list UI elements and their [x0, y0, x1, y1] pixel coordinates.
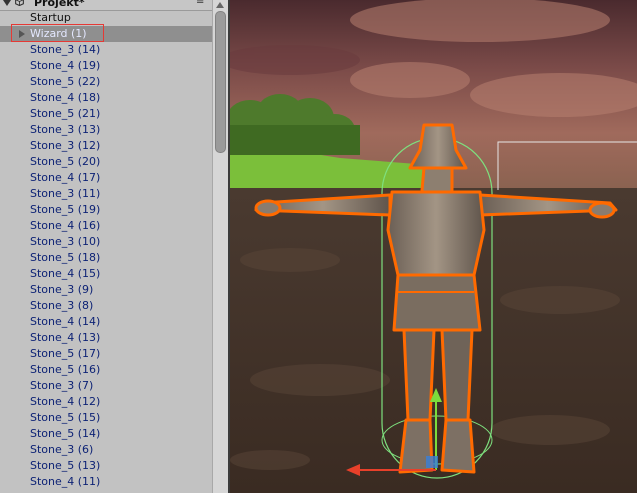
hierarchy-item-label: Stone_3 (14) [30, 43, 101, 56]
hierarchy-item-label: Stone_3 (10) [30, 235, 101, 248]
hierarchy-item-label: Stone_5 (20) [30, 155, 101, 168]
hierarchy-item[interactable]: Stone_5 (15) [0, 410, 212, 426]
scrollbar-thumb[interactable] [215, 11, 226, 153]
hierarchy-item[interactable]: Stone_3 (11) [0, 186, 212, 202]
hierarchy-item-label: Stone_4 (11) [30, 475, 101, 488]
hierarchy-item-label: Stone_4 (14) [30, 315, 101, 328]
hierarchy-item[interactable]: Stone_5 (16) [0, 362, 212, 378]
hierarchy-item[interactable]: Stone_5 (20) [0, 154, 212, 170]
hierarchy-item-label: Stone_4 (15) [30, 267, 101, 280]
scene-title: Projekt* [34, 0, 85, 9]
hierarchy-item-label: Stone_5 (18) [30, 251, 101, 264]
hierarchy-item-label: Stone_5 (15) [30, 411, 101, 424]
hierarchy-item-label: Stone_3 (11) [30, 187, 101, 200]
hierarchy-item[interactable]: Stone_4 (12) [0, 394, 212, 410]
hierarchy-item[interactable]: Stone_5 (19) [0, 202, 212, 218]
hierarchy-item-label: Stone_3 (13) [30, 123, 101, 136]
hierarchy-item[interactable]: Stone_3 (13) [0, 122, 212, 138]
hierarchy-item[interactable]: Stone_3 (9) [0, 282, 212, 298]
hierarchy-item-label: Stone_5 (14) [30, 427, 101, 440]
hierarchy-item-label: Stone_4 (12) [30, 395, 101, 408]
annotation-highlight-box [11, 24, 104, 42]
hierarchy-item[interactable]: Stone_3 (7) [0, 378, 212, 394]
hierarchy-item-label: Stone_4 (17) [30, 171, 101, 184]
hierarchy-item[interactable]: Stone_3 (8) [0, 298, 212, 314]
hierarchy-item[interactable]: Stone_5 (22) [0, 74, 212, 90]
hierarchy-item-label: Stone_5 (17) [30, 347, 101, 360]
hierarchy-item-label: Stone_3 (8) [30, 299, 94, 312]
hierarchy-scrollbar[interactable] [212, 0, 228, 493]
menu-icon[interactable]: ≡ [196, 0, 204, 7]
hierarchy-item-label: Stone_5 (22) [30, 75, 101, 88]
gizmo-center-handle[interactable] [426, 456, 438, 468]
hierarchy-item[interactable]: Stone_4 (11) [0, 474, 212, 490]
hierarchy-item-label: Stone_4 (16) [30, 219, 101, 232]
hierarchy-item-label: Stone_5 (19) [30, 203, 101, 216]
hierarchy-item-label: Stone_4 (18) [30, 91, 101, 104]
hierarchy-item-label: Stone_5 (13) [30, 459, 101, 472]
hierarchy-item-label: Stone_3 (6) [30, 443, 94, 456]
hierarchy-item[interactable]: Stone_4 (17) [0, 170, 212, 186]
hierarchy-item[interactable]: Stone_4 (19) [0, 58, 212, 74]
hierarchy-item[interactable]: Stone_5 (14) [0, 426, 212, 442]
hierarchy-item-label: Stone_4 (13) [30, 331, 101, 344]
hierarchy-item[interactable]: Stone_4 (13) [0, 330, 212, 346]
hierarchy-item[interactable]: Stone_5 (17) [0, 346, 212, 362]
hierarchy-item-label: Stone_5 (21) [30, 107, 101, 120]
scene-render [230, 0, 637, 493]
hierarchy-item[interactable]: Stone_3 (14) [0, 42, 212, 58]
hierarchy-panel: Projekt* ≡ Startup Wizard (1) Stone_3 (14)… [0, 0, 212, 493]
hierarchy-item[interactable]: Stone_5 (13) [0, 458, 212, 474]
scroll-up-arrow-icon[interactable] [216, 2, 224, 8]
hierarchy-item[interactable]: Stone_4 (18) [0, 90, 212, 106]
hierarchy-item[interactable]: Stone_3 (12) [0, 138, 212, 154]
hierarchy-item-label: Stone_5 (16) [30, 363, 101, 376]
hierarchy-item-label: Stone_3 (7) [30, 379, 94, 392]
triangle-down-icon[interactable] [3, 0, 11, 6]
hierarchy-item[interactable]: Stone_5 (18) [0, 250, 212, 266]
hierarchy-item[interactable]: Stone_4 (15) [0, 266, 212, 282]
hierarchy-item-label: Stone_3 (9) [30, 283, 94, 296]
hierarchy-item[interactable]: Stone_5 (21) [0, 106, 212, 122]
hierarchy-item[interactable]: Stone_4 (14) [0, 314, 212, 330]
scene-view[interactable] [230, 0, 637, 493]
hierarchy-item-label: Stone_3 (12) [30, 139, 101, 152]
hierarchy-item[interactable]: Stone_4 (16) [0, 218, 212, 234]
hierarchy-item-label: Stone_4 (19) [30, 59, 101, 72]
hierarchy-item[interactable]: Stone_3 (6) [0, 442, 212, 458]
hierarchy-item[interactable]: Stone_3 (10) [0, 234, 212, 250]
unity-scene-icon [15, 0, 24, 6]
